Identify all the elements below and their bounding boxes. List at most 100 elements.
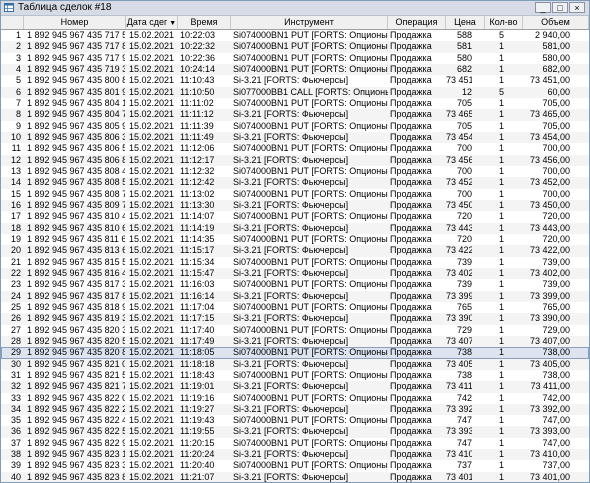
cell-date: 15.02.2021 xyxy=(129,256,175,267)
table-header: Номер Дата сдег ▼ Время Инструмент Операц… xyxy=(1,16,589,30)
table-row[interactable]: 14 1 892 945 967 435 808 558 15.02.2021 11:… xyxy=(1,177,589,189)
maximize-icon[interactable]: □ xyxy=(552,2,568,13)
cell-instrument: Si074000BN1 PUT [FORTS: Опционы] xyxy=(233,347,388,358)
cell-time: 11:20:24 xyxy=(180,449,215,460)
table-row[interactable]: 4 1 892 945 967 435 719 382 15.02.2021 10:2… xyxy=(1,63,589,76)
cell-quantity: 1 xyxy=(498,177,504,188)
title-bar[interactable]: Таблица сделок #18 _ □ × xyxy=(1,1,589,16)
cell-date: 15.02.2021 xyxy=(129,449,175,460)
column-header-index[interactable] xyxy=(1,16,24,29)
cell-volume: 73 405,00 xyxy=(529,358,570,369)
cell-date: 15.02.2021 xyxy=(129,415,175,426)
cell-instrument: Si-3.21 [FORTS: Фьючерсы] xyxy=(233,335,349,346)
cell-date: 15.02.2021 xyxy=(129,460,175,471)
column-header-operation[interactable]: Операция xyxy=(388,16,446,29)
table-row[interactable]: 10 1 892 945 967 435 806 301 15.02.2021 11:… xyxy=(1,131,589,144)
cell-index: 20 xyxy=(10,245,21,256)
table-row[interactable]: 2 1 892 945 967 435 717 847 15.02.2021 10:2… xyxy=(1,41,589,53)
table-row[interactable]: 8 1 892 945 967 435 804 733 15.02.2021 11:1… xyxy=(1,109,589,121)
table-app-icon xyxy=(4,3,14,12)
cell-time: 11:14:19 xyxy=(180,222,215,233)
table-row[interactable]: 35 1 892 945 967 435 822 460 15.02.2021 11:… xyxy=(1,415,589,426)
table-row[interactable]: 38 1 892 945 967 435 823 143 15.02.2021 11:… xyxy=(1,449,589,461)
column-header-volume[interactable]: Объем xyxy=(523,16,589,29)
column-header-quantity[interactable]: Кол-во xyxy=(485,16,523,29)
table-row[interactable]: 12 1 892 945 967 435 806 814 15.02.2021 11:… xyxy=(1,154,589,166)
cell-volume: 738,00 xyxy=(542,369,570,380)
cell-index: 27 xyxy=(10,324,21,335)
table-row[interactable]: 40 1 892 945 967 435 823 891 15.02.2021 11:… xyxy=(1,471,589,482)
cell-date: 15.02.2021 xyxy=(129,30,175,40)
sort-desc-icon: ▼ xyxy=(169,20,177,27)
table-row[interactable]: 23 1 892 945 967 435 817 357 15.02.2021 11:… xyxy=(1,279,589,290)
cell-price: 73 392 xyxy=(446,403,472,414)
cell-instrument: Si-3.21 [FORTS: Фьючерсы] xyxy=(233,177,349,188)
column-header-number[interactable]: Номер xyxy=(24,16,126,29)
table-row[interactable]: 21 1 892 945 967 435 815 526 15.02.2021 11:… xyxy=(1,257,589,268)
cell-price: 73 411 xyxy=(446,381,472,392)
table-row[interactable]: 6 1 892 945 967 435 801 934 15.02.2021 11:1… xyxy=(1,86,589,98)
table-row[interactable]: 26 1 892 945 967 435 819 368 15.02.2021 11:… xyxy=(1,313,589,325)
close-icon[interactable]: × xyxy=(569,2,585,13)
cell-index: 36 xyxy=(10,426,21,437)
column-header-price[interactable]: Цена xyxy=(446,16,485,29)
table-row[interactable]: 5 1 892 945 967 435 800 825 15.02.2021 11:1… xyxy=(1,75,589,86)
cell-price: 742 xyxy=(456,392,472,403)
table-row[interactable]: 19 1 892 945 967 435 811 636 15.02.2021 11:… xyxy=(1,234,589,245)
cell-volume: 73 407,00 xyxy=(529,335,570,346)
table-row[interactable]: 3 1 892 945 967 435 717 900 15.02.2021 10:2… xyxy=(1,53,589,64)
cell-volume: 73 393,00 xyxy=(529,426,570,437)
table-row[interactable]: 33 1 892 945 967 435 822 029 15.02.2021 11:… xyxy=(1,393,589,404)
table-row[interactable]: 27 1 892 945 967 435 820 348 15.02.2021 11:… xyxy=(1,325,589,336)
table-row[interactable]: 13 1 892 945 967 435 808 443 15.02.2021 11:… xyxy=(1,166,589,177)
cell-time: 11:19:01 xyxy=(180,381,215,392)
cell-time: 11:15:47 xyxy=(180,267,215,278)
table-row[interactable]: 20 1 892 945 967 435 813 682 15.02.2021 11:… xyxy=(1,245,589,257)
cell-number: 1 892 945 967 435 822 460 xyxy=(27,415,125,426)
table-row[interactable]: 16 1 892 945 967 435 809 709 15.02.2021 11:… xyxy=(1,199,589,212)
cell-operation: Продажка xyxy=(390,245,432,256)
cell-volume: 720,00 xyxy=(542,211,570,222)
table-row[interactable]: 31 1 892 945 967 435 821 527 15.02.2021 11:… xyxy=(1,370,589,381)
table-row[interactable]: 7 1 892 945 967 435 804 169 15.02.2021 11:1… xyxy=(1,98,589,109)
cell-date: 15.02.2021 xyxy=(129,165,175,176)
cell-price: 588 xyxy=(456,30,472,40)
column-header-time[interactable]: Время xyxy=(178,16,231,29)
column-header-instrument[interactable]: Инструмент xyxy=(231,16,388,29)
cell-operation: Продажка xyxy=(390,301,432,312)
cell-quantity: 5 xyxy=(498,86,504,97)
table-row[interactable]: 28 1 892 945 967 435 820 575 15.02.2021 11:… xyxy=(1,335,589,348)
cell-time: 11:15:34 xyxy=(180,256,215,267)
table-row[interactable]: 29 1 892 945 967 435 820 844 15.02.2021 11:… xyxy=(1,347,589,359)
cell-quantity: 5 xyxy=(498,30,504,40)
cell-time: 11:11:39 xyxy=(180,120,214,131)
table-row[interactable]: 39 1 892 945 967 435 823 341 15.02.2021 11:… xyxy=(1,460,589,471)
table-row[interactable]: 30 1 892 945 967 435 821 091 15.02.2021 11:… xyxy=(1,358,589,370)
table-row[interactable]: 15 1 892 945 967 435 808 752 15.02.2021 11:… xyxy=(1,189,589,200)
table-row[interactable]: 9 1 892 945 967 435 805 926 15.02.2021 11:1… xyxy=(1,121,589,132)
table-row[interactable]: 1 1 892 945 967 435 717 550 15.02.2021 10:2… xyxy=(1,30,589,41)
table-row[interactable]: 11 1 892 945 967 435 806 570 15.02.2021 11:… xyxy=(1,143,589,154)
column-header-date[interactable]: Дата сдег ▼ xyxy=(126,16,178,29)
trades-window: Таблица сделок #18 _ □ × Номер Дата сдег… xyxy=(0,0,590,483)
cell-volume: 73 402,00 xyxy=(529,267,570,278)
cell-index: 28 xyxy=(10,335,21,346)
cell-price: 73 405 xyxy=(446,358,472,369)
table-row[interactable]: 17 1 892 945 967 435 810 475 15.02.2021 11:… xyxy=(1,211,589,222)
table-row[interactable]: 37 1 892 945 967 435 822 920 15.02.2021 11:… xyxy=(1,438,589,449)
table-row[interactable]: 24 1 892 945 967 435 817 852 15.02.2021 11:… xyxy=(1,290,589,302)
cell-volume: 73 399,00 xyxy=(529,290,570,301)
cell-number: 1 892 945 967 435 815 526 xyxy=(27,256,125,267)
table-row[interactable]: 34 1 892 945 967 435 822 276 15.02.2021 11:… xyxy=(1,403,589,416)
table-row[interactable]: 22 1 892 945 967 435 816 426 15.02.2021 11:… xyxy=(1,267,589,280)
cell-date: 15.02.2021 xyxy=(129,233,175,244)
table-row[interactable]: 32 1 892 945 967 435 821 736 15.02.2021 11:… xyxy=(1,381,589,393)
table-row[interactable]: 36 1 892 945 967 435 822 584 15.02.2021 11:… xyxy=(1,426,589,438)
cell-price: 729 xyxy=(456,324,472,335)
cell-price: 581 xyxy=(456,41,472,52)
minimize-icon[interactable]: _ xyxy=(535,2,551,13)
cell-quantity: 1 xyxy=(498,211,504,222)
table-row[interactable]: 18 1 892 945 967 435 810 645 15.02.2021 11:… xyxy=(1,222,589,234)
cell-price: 73 399 xyxy=(446,290,472,301)
table-row[interactable]: 25 1 892 945 967 435 818 961 15.02.2021 11:… xyxy=(1,302,589,313)
